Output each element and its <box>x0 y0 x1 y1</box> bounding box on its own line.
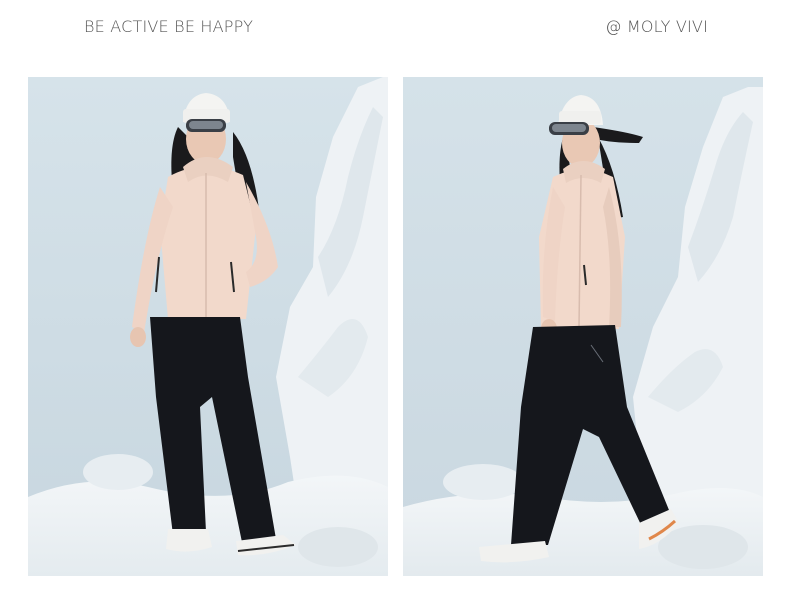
product-photo-side[interactable] <box>403 77 763 576</box>
product-photo-front[interactable] <box>28 77 388 576</box>
brand-handle: @ MOLY VIVI <box>605 17 708 36</box>
brand-tagline: BE ACTIVE BE HAPPY <box>84 17 254 36</box>
